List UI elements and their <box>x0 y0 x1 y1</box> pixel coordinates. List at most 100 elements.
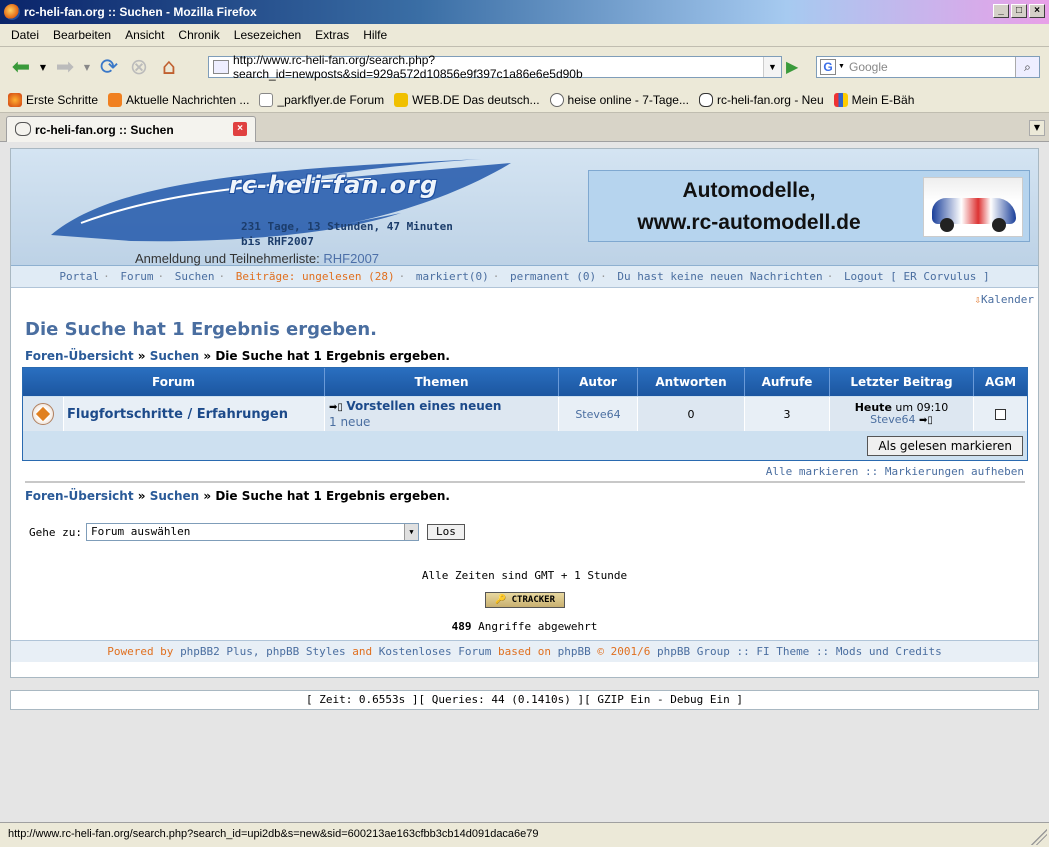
menu-ansicht[interactable]: Ansicht <box>118 28 171 42</box>
countdown-target: bis RHF2007 <box>241 235 314 248</box>
th-themen: Themen <box>325 368 559 396</box>
menu-lesezeichen[interactable]: Lesezeichen <box>227 28 308 42</box>
engine-dropdown-icon[interactable]: ▼ <box>838 63 845 70</box>
phpbb2plus-link[interactable]: phpBB2 Plus <box>180 645 253 658</box>
mark-read-button[interactable]: Als gelesen markieren <box>867 436 1023 456</box>
bookmark-label: heise online - 7-Tage... <box>567 93 689 107</box>
bookmark-parkflyer[interactable]: _parkflyer.de Forum <box>259 93 384 107</box>
nav-ungelesen[interactable]: ungelesen (28) <box>302 270 395 283</box>
crumb-search[interactable]: Suchen <box>150 489 200 503</box>
bookmark-label: Erste Schritte <box>26 93 99 107</box>
menu-datei[interactable]: Datei <box>4 28 46 42</box>
th-autor: Autor <box>559 368 638 396</box>
rhf2007-link[interactable]: RHF2007 <box>323 251 379 266</box>
resize-grip-icon[interactable] <box>1031 829 1047 845</box>
search-input[interactable]: G ▼ Google ⌕ <box>816 56 1040 78</box>
ebay-icon <box>833 93 848 107</box>
topic-link[interactable]: Vorstellen eines neuen <box>346 399 501 413</box>
phpbb-link[interactable]: phpBB <box>558 645 591 658</box>
attacks-label: Angriffe abgewehrt <box>478 620 598 633</box>
search-icon[interactable]: ⌕ <box>1015 57 1039 77</box>
ctracker-label: CTRACKER <box>511 595 555 605</box>
nav-nachrichten[interactable]: Du hast keine neuen Nachrichten <box>617 270 822 283</box>
go-icon[interactable]: ▶ <box>786 57 806 77</box>
close-button[interactable]: × <box>1029 4 1045 18</box>
goto-last-post-icon[interactable]: ➡▯ <box>919 415 933 426</box>
kostenloses-forum-link[interactable]: Kostenloses Forum <box>379 645 492 658</box>
heli-icon <box>698 93 713 107</box>
ctracker-badge[interactable]: 🔑 CTRACKER <box>485 592 565 608</box>
bookmark-webde[interactable]: WEB.DE Das deutsch... <box>394 93 540 107</box>
mark-all-link[interactable]: Alle markieren <box>766 465 859 478</box>
agm-checkbox[interactable] <box>995 408 1006 420</box>
last-post-author[interactable]: Steve64 <box>870 413 915 426</box>
reload-icon[interactable]: ⟳ <box>94 53 124 83</box>
maximize-button[interactable]: □ <box>1011 4 1027 18</box>
crumb-home[interactable]: Foren-Übersicht <box>25 349 134 363</box>
unmark-link[interactable]: Markierungen aufheben <box>885 465 1024 478</box>
firefox-icon <box>8 93 22 107</box>
minimize-button[interactable]: _ <box>993 4 1009 18</box>
rss-icon <box>108 93 123 107</box>
forum-select[interactable]: Forum auswählen ▼ <box>85 523 419 541</box>
close-tab-icon[interactable]: × <box>233 122 247 136</box>
stop-icon[interactable]: ⊗ <box>124 53 154 83</box>
new-posts-link[interactable]: 1 neue <box>329 415 370 429</box>
table-footer: Als gelesen markieren <box>23 432 1027 460</box>
newest-post-icon[interactable]: ➡▯ <box>329 402 343 413</box>
mods-credits-link[interactable]: Mods und Credits <box>836 645 942 658</box>
google-icon[interactable]: G <box>820 59 836 75</box>
back-dropdown-icon[interactable]: ▼ <box>36 53 50 83</box>
forward-dropdown-icon[interactable]: ▼ <box>80 53 94 83</box>
nav-markiert[interactable]: markiert(0) <box>416 270 489 283</box>
bookmark-heise[interactable]: heise online - 7-Tage... <box>549 93 689 107</box>
nav-portal[interactable]: Portal <box>59 270 99 283</box>
menu-hilfe[interactable]: Hilfe <box>356 28 394 42</box>
forum-nav: Portal · Forum · Suchen · Beiträge: ungeles… <box>11 266 1038 288</box>
bookmark-ebay[interactable]: Mein E-Bäh <box>833 93 914 107</box>
th-antworten: Antworten <box>638 368 745 396</box>
ad-banner[interactable]: Automodelle, www.rc-automodell.de <box>588 170 1030 242</box>
nav-suchen[interactable]: Suchen <box>175 270 215 283</box>
key-icon: 🔑 <box>495 595 507 605</box>
nav-forum[interactable]: Forum <box>120 270 153 283</box>
mark-links: Alle markieren :: Markierungen aufheben <box>765 465 1024 478</box>
chevron-down-icon: ▼ <box>403 524 418 540</box>
forum-container: rc-heli-fan.org 231 Tage, 13 Stunden, 47… <box>10 148 1039 678</box>
breadcrumb: Foren-Übersicht » Suchen » Die Suche hat… <box>25 349 450 363</box>
menu-bearbeiten[interactable]: Bearbeiten <box>46 28 118 42</box>
crumb-search[interactable]: Suchen <box>150 349 200 363</box>
window-title: rc-heli-fan.org :: Suchen - Mozilla Fire… <box>24 5 257 19</box>
kalender-link[interactable]: ⇩Kalender <box>974 293 1034 306</box>
tab-list-icon[interactable]: ▼ <box>1029 120 1045 136</box>
home-icon[interactable]: ⌂ <box>154 53 184 83</box>
nav-logout[interactable]: Logout [ ER Corvulus ] <box>844 270 990 283</box>
back-icon[interactable]: ⬅ <box>6 53 36 83</box>
powered-by-footer: Powered by phpBB2 Plus, phpBB Styles and… <box>11 640 1038 662</box>
author-link[interactable]: Steve64 <box>559 397 638 431</box>
url-field[interactable]: http://www.rc-heli-fan.org/search.php?se… <box>208 53 782 81</box>
bookmark-rc-heli-fan[interactable]: rc-heli-fan.org - Neu <box>698 93 824 107</box>
phpbb-group-link[interactable]: phpBB Group <box>657 645 730 658</box>
forum-link[interactable]: Flugfortschritte / Erfahrungen <box>67 407 288 422</box>
attacks-count: 489 <box>451 620 472 633</box>
tab-bar: rc-heli-fan.org :: Suchen × ▼ <box>0 113 1049 142</box>
debug-info: [ Zeit: 0.6553s ][ Queries: 44 (0.1410s)… <box>10 690 1039 710</box>
bookmark-erste-schritte[interactable]: Erste Schritte <box>8 93 98 107</box>
kalender-label: Kalender <box>981 293 1034 306</box>
crumb-home[interactable]: Foren-Übersicht <box>25 489 134 503</box>
tab-suchen[interactable]: rc-heli-fan.org :: Suchen × <box>6 116 256 142</box>
powered-and: and <box>352 645 373 658</box>
nav-permanent[interactable]: permanent (0) <box>510 270 596 283</box>
bookmark-nachrichten[interactable]: Aktuelle Nachrichten ... <box>108 93 249 107</box>
menu-extras[interactable]: Extras <box>308 28 356 42</box>
url-dropdown-icon[interactable]: ▼ <box>763 57 781 77</box>
menu-chronik[interactable]: Chronik <box>171 28 226 42</box>
goto-button[interactable]: Los <box>426 524 465 540</box>
forward-icon[interactable]: ➡ <box>50 53 80 83</box>
status-url: http://www.rc-heli-fan.org/search.php?se… <box>8 828 539 840</box>
th-agm: AGM <box>974 368 1027 396</box>
phpbb-styles-link[interactable]: phpBB Styles <box>266 645 345 658</box>
bookmark-label: rc-heli-fan.org - Neu <box>716 93 824 107</box>
fi-theme-link[interactable]: FI Theme <box>756 645 809 658</box>
